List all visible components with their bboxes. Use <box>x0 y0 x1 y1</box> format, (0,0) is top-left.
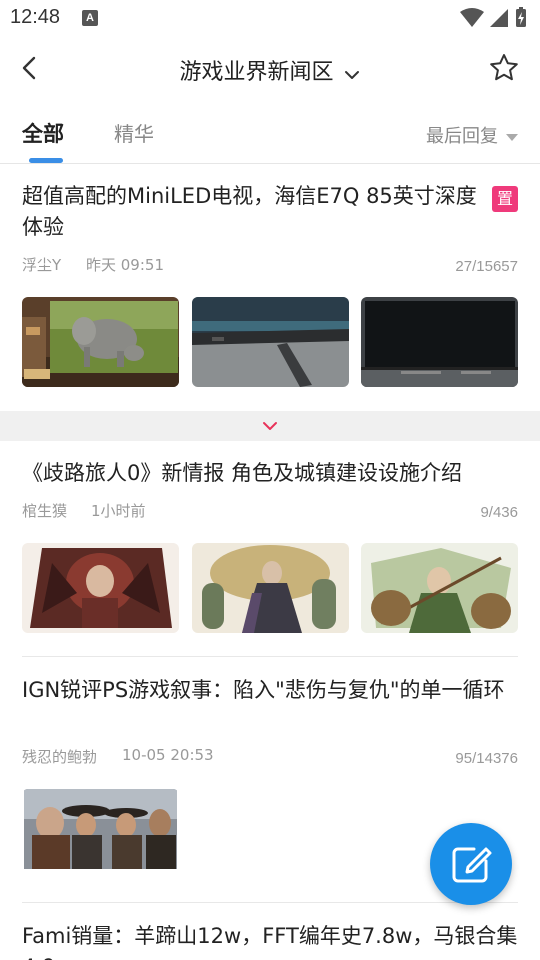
triangle-down-icon <box>506 133 518 141</box>
pinned-badge: 置 <box>492 186 518 212</box>
signal-icon <box>490 9 508 27</box>
post-divider <box>22 656 518 657</box>
post-thumbnail-game-characters[interactable] <box>22 789 179 879</box>
chevron-down-icon <box>344 70 359 79</box>
post-title: 超值高配的MiniLED电视，海信E7Q 85英寸深度体验 <box>22 184 477 239</box>
chevron-down-icon <box>263 422 277 430</box>
sort-dropdown[interactable]: 最后回复 <box>426 122 518 148</box>
tab-featured[interactable]: 精华 <box>114 118 154 147</box>
post-thumbnail-character-archer[interactable] <box>361 543 518 633</box>
post-time: 1小时前 <box>91 502 146 520</box>
edit-icon <box>452 847 492 883</box>
post-thumbnail-tv-panel[interactable] <box>361 297 518 387</box>
tab-bar: 全部 精华 最后回复 <box>0 102 540 164</box>
expand-bar[interactable] <box>0 411 540 441</box>
post-author: 棺生獏 <box>22 502 68 520</box>
sort-label: 最后回复 <box>426 126 498 147</box>
reply-view-count: 27/15657 <box>455 258 518 275</box>
battery-icon <box>516 7 526 27</box>
post-title: IGN锐评PS游戏叙事：陷入"悲伤与复仇"的单一循环 <box>22 678 505 702</box>
status-time: 12:48 <box>10 6 61 28</box>
post-title: Fami销量：羊蹄山12w，FFT编年史7.8w，马银合集4.9w <box>22 924 518 960</box>
post-thumbnail-tv-elephants[interactable] <box>22 297 179 387</box>
active-tab-indicator <box>29 158 63 163</box>
post-thumbnail-character-graveyard[interactable] <box>192 543 349 633</box>
app-header: 游戏业界新闻区 <box>0 36 540 102</box>
status-icons <box>460 7 526 27</box>
wifi-icon <box>460 8 484 27</box>
compose-button[interactable] <box>430 823 512 905</box>
status-bar: 12:48 A <box>0 0 540 36</box>
notification-icon: A <box>82 10 98 26</box>
post-author: 浮尘Y <box>22 256 62 274</box>
post-time: 10-05 20:53 <box>122 746 214 764</box>
post-time: 昨天 09:51 <box>86 256 164 274</box>
post-title: 《歧路旅人0》新情报 角色及城镇建设设施介绍 <box>22 461 463 485</box>
post-thumbnail-tv-stand[interactable] <box>192 297 349 387</box>
forum-selector[interactable]: 游戏业界新闻区 <box>0 54 540 86</box>
reply-view-count: 95/14376 <box>455 750 518 767</box>
favorite-button[interactable] <box>488 52 520 84</box>
tab-all[interactable]: 全部 <box>22 118 64 148</box>
page-title: 游戏业界新闻区 <box>179 60 334 85</box>
post-thumbnail-character-dark[interactable] <box>22 543 179 633</box>
post-author: 残忍的鲍勃 <box>22 748 98 766</box>
reply-view-count: 9/436 <box>480 504 518 521</box>
